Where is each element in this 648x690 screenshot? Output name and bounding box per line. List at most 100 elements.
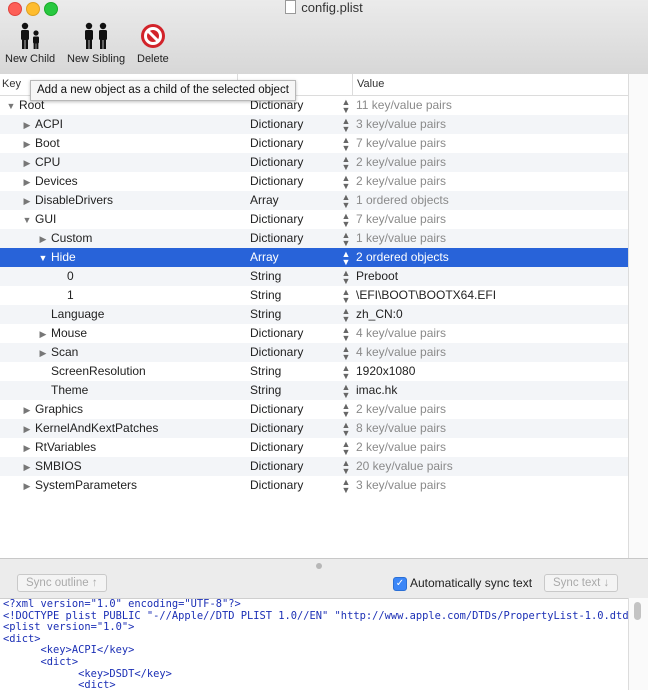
row-value-cell[interactable]: 20 key/value pairs [356, 457, 626, 476]
row-type-cell[interactable]: Array [250, 191, 340, 210]
row-value-cell[interactable]: 2 key/value pairs [356, 172, 626, 191]
row-type-cell[interactable]: Dictionary [250, 172, 340, 191]
sync-text-button[interactable]: Sync text ↓ [544, 574, 619, 592]
new-child-button[interactable]: New Child [5, 22, 55, 65]
disclosure-closed-icon[interactable]: ▶ [22, 439, 32, 457]
row-key-cell[interactable]: ▶ KernelAndKextPatches [0, 419, 237, 438]
row-value-cell[interactable]: 4 key/value pairs [356, 324, 626, 343]
row-key-cell[interactable]: ▶ SMBIOS [0, 457, 237, 476]
disclosure-open-icon[interactable]: ▼ [6, 97, 16, 115]
outline-row[interactable]: ▶ Mouse Dictionary ▲ ▼ 4 key/value pairs [0, 324, 628, 343]
xml-scrollbar[interactable] [628, 598, 648, 690]
type-popup-arrows-icon[interactable]: ▲ ▼ [340, 115, 352, 134]
type-popup-arrows-icon[interactable]: ▲ ▼ [340, 457, 352, 476]
row-key-cell[interactable]: ▶ Graphics [0, 400, 237, 419]
sync-outline-button[interactable]: Sync outline ↑ [17, 574, 107, 592]
outline-row[interactable]: ▶Theme String▲▼imac.hk [0, 381, 628, 400]
outline-scrollbar[interactable] [628, 74, 648, 558]
row-type-cell[interactable]: String [250, 267, 340, 286]
row-value-cell[interactable]: \EFI\BOOT\BOOTX64.EFI [356, 286, 626, 305]
row-type-cell[interactable]: Dictionary [250, 134, 340, 153]
xml-scroll-thumb[interactable] [634, 602, 641, 620]
row-value-cell[interactable]: 7 key/value pairs [356, 210, 626, 229]
outline-row[interactable]: ▶ DisableDrivers Array ▲ ▼ 1 ordered objects [0, 191, 628, 210]
row-key-cell[interactable]: ▶1 [0, 286, 237, 305]
type-popup-arrows-icon[interactable]: ▲ ▼ [340, 400, 352, 419]
outline-row[interactable]: ▶0 String▲▼Preboot [0, 267, 628, 286]
disclosure-closed-icon[interactable]: ▶ [22, 458, 32, 476]
row-value-cell[interactable]: 1 key/value pairs [356, 229, 626, 248]
outline-row[interactable]: ▶ CPU Dictionary ▲ ▼ 2 key/value pairs [0, 153, 628, 172]
row-key-cell[interactable]: ▶Language [0, 305, 237, 324]
outline-row[interactable]: ▶ Boot Dictionary ▲ ▼ 7 key/value pairs [0, 134, 628, 153]
row-value-cell[interactable]: 1 ordered objects [356, 191, 626, 210]
row-key-cell[interactable]: ▶ Devices [0, 172, 237, 191]
disclosure-open-icon[interactable]: ▼ [22, 211, 32, 229]
row-key-cell[interactable]: ▼ Hide [0, 248, 237, 267]
outline-row[interactable]: ▼ GUI Dictionary ▲ ▼ 7 key/value pairs [0, 210, 628, 229]
type-popup-arrows-icon[interactable]: ▲ ▼ [340, 248, 352, 267]
outline-row[interactable]: ▶ RtVariables Dictionary ▲ ▼ 2 key/value pair… [0, 438, 628, 457]
row-key-cell[interactable]: ▶ Mouse [0, 324, 237, 343]
outline-row[interactable]: ▶ SMBIOS Dictionary ▲ ▼ 20 key/value pairs [0, 457, 628, 476]
row-value-cell[interactable]: 7 key/value pairs [356, 134, 626, 153]
type-popup-arrows-icon[interactable]: ▲ ▼ [340, 267, 352, 286]
row-type-cell[interactable]: Dictionary [250, 324, 340, 343]
row-key-cell[interactable]: ▶ CPU [0, 153, 237, 172]
outline-row[interactable]: ▶ Custom Dictionary ▲ ▼ 1 key/value pairs [0, 229, 628, 248]
row-key-cell[interactable]: ▼ GUI [0, 210, 237, 229]
row-type-cell[interactable]: Dictionary [250, 476, 340, 495]
outline-row[interactable]: ▼ Hide Array ▲ ▼ 2 ordered objects [0, 248, 628, 267]
row-key-cell[interactable]: ▶ SystemParameters [0, 476, 237, 495]
row-type-cell[interactable]: Dictionary [250, 210, 340, 229]
row-key-cell[interactable]: ▶ScreenResolution [0, 362, 237, 381]
plist-outline-view[interactable]: Key Value ▼ Root Dictionary ▲ ▼ 11 key/value … [0, 74, 628, 558]
outline-row[interactable]: ▶ SystemParameters Dictionary ▲ ▼ 3 key/value… [0, 476, 628, 495]
disclosure-closed-icon[interactable]: ▶ [22, 173, 32, 191]
row-key-cell[interactable]: ▶ DisableDrivers [0, 191, 237, 210]
outline-row[interactable]: ▶ ACPI Dictionary ▲ ▼ 3 key/value pairs [0, 115, 628, 134]
type-popup-arrows-icon[interactable]: ▲ ▼ [340, 362, 352, 381]
type-popup-arrows-icon[interactable]: ▲ ▼ [340, 343, 352, 362]
disclosure-closed-icon[interactable]: ▶ [22, 116, 32, 134]
type-popup-arrows-icon[interactable]: ▲ ▼ [340, 381, 352, 400]
disclosure-closed-icon[interactable]: ▶ [38, 344, 48, 362]
type-popup-arrows-icon[interactable]: ▲ ▼ [340, 286, 352, 305]
outline-row[interactable]: ▶ KernelAndKextPatches Dictionary ▲ ▼ 8 key/v… [0, 419, 628, 438]
row-value-cell[interactable]: 4 key/value pairs [356, 343, 626, 362]
row-key-cell[interactable]: ▶Theme [0, 381, 237, 400]
row-type-cell[interactable]: Array [250, 248, 340, 267]
type-popup-arrows-icon[interactable]: ▲ ▼ [340, 419, 352, 438]
row-type-cell[interactable]: String [250, 305, 340, 324]
split-view-divider[interactable] [0, 558, 648, 573]
row-value-cell[interactable]: 11 key/value pairs [356, 96, 626, 115]
row-key-cell[interactable]: ▶ Scan [0, 343, 237, 362]
new-sibling-button[interactable]: New Sibling [67, 22, 125, 65]
row-key-cell[interactable]: ▶ ACPI [0, 115, 237, 134]
row-key-cell[interactable]: ▶ Custom [0, 229, 237, 248]
xml-text-view[interactable]: <?xml version="1.0" encoding="UTF-8"?> <!… [0, 598, 628, 690]
type-popup-arrows-icon[interactable]: ▲ ▼ [340, 438, 352, 457]
outline-row[interactable]: ▶1 String▲▼\EFI\BOOT\BOOTX64.EFI [0, 286, 628, 305]
row-type-cell[interactable]: Dictionary [250, 153, 340, 172]
type-popup-arrows-icon[interactable]: ▲ ▼ [340, 229, 352, 248]
row-value-cell[interactable]: 2 key/value pairs [356, 400, 626, 419]
row-type-cell[interactable]: Dictionary [250, 229, 340, 248]
row-type-cell[interactable]: String [250, 362, 340, 381]
row-value-cell[interactable]: Preboot [356, 267, 626, 286]
outline-row[interactable]: ▶ Graphics Dictionary ▲ ▼ 2 key/value pairs [0, 400, 628, 419]
row-value-cell[interactable]: 2 key/value pairs [356, 438, 626, 457]
type-popup-arrows-icon[interactable]: ▲ ▼ [340, 134, 352, 153]
outline-row[interactable]: ▶ Devices Dictionary ▲ ▼ 2 key/value pairs [0, 172, 628, 191]
disclosure-closed-icon[interactable]: ▶ [22, 420, 32, 438]
row-key-cell[interactable]: ▶ RtVariables [0, 438, 237, 457]
type-popup-arrows-icon[interactable]: ▲ ▼ [340, 324, 352, 343]
row-key-cell[interactable]: ▶0 [0, 267, 237, 286]
row-value-cell[interactable]: 2 ordered objects [356, 248, 626, 267]
key-column-header[interactable]: Key [2, 78, 21, 90]
type-popup-arrows-icon[interactable]: ▲ ▼ [340, 476, 352, 495]
row-type-cell[interactable]: Dictionary [250, 400, 340, 419]
row-type-cell[interactable]: Dictionary [250, 419, 340, 438]
row-type-cell[interactable]: Dictionary [250, 457, 340, 476]
outline-row[interactable]: ▶ScreenResolution String▲▼1920x1080 [0, 362, 628, 381]
